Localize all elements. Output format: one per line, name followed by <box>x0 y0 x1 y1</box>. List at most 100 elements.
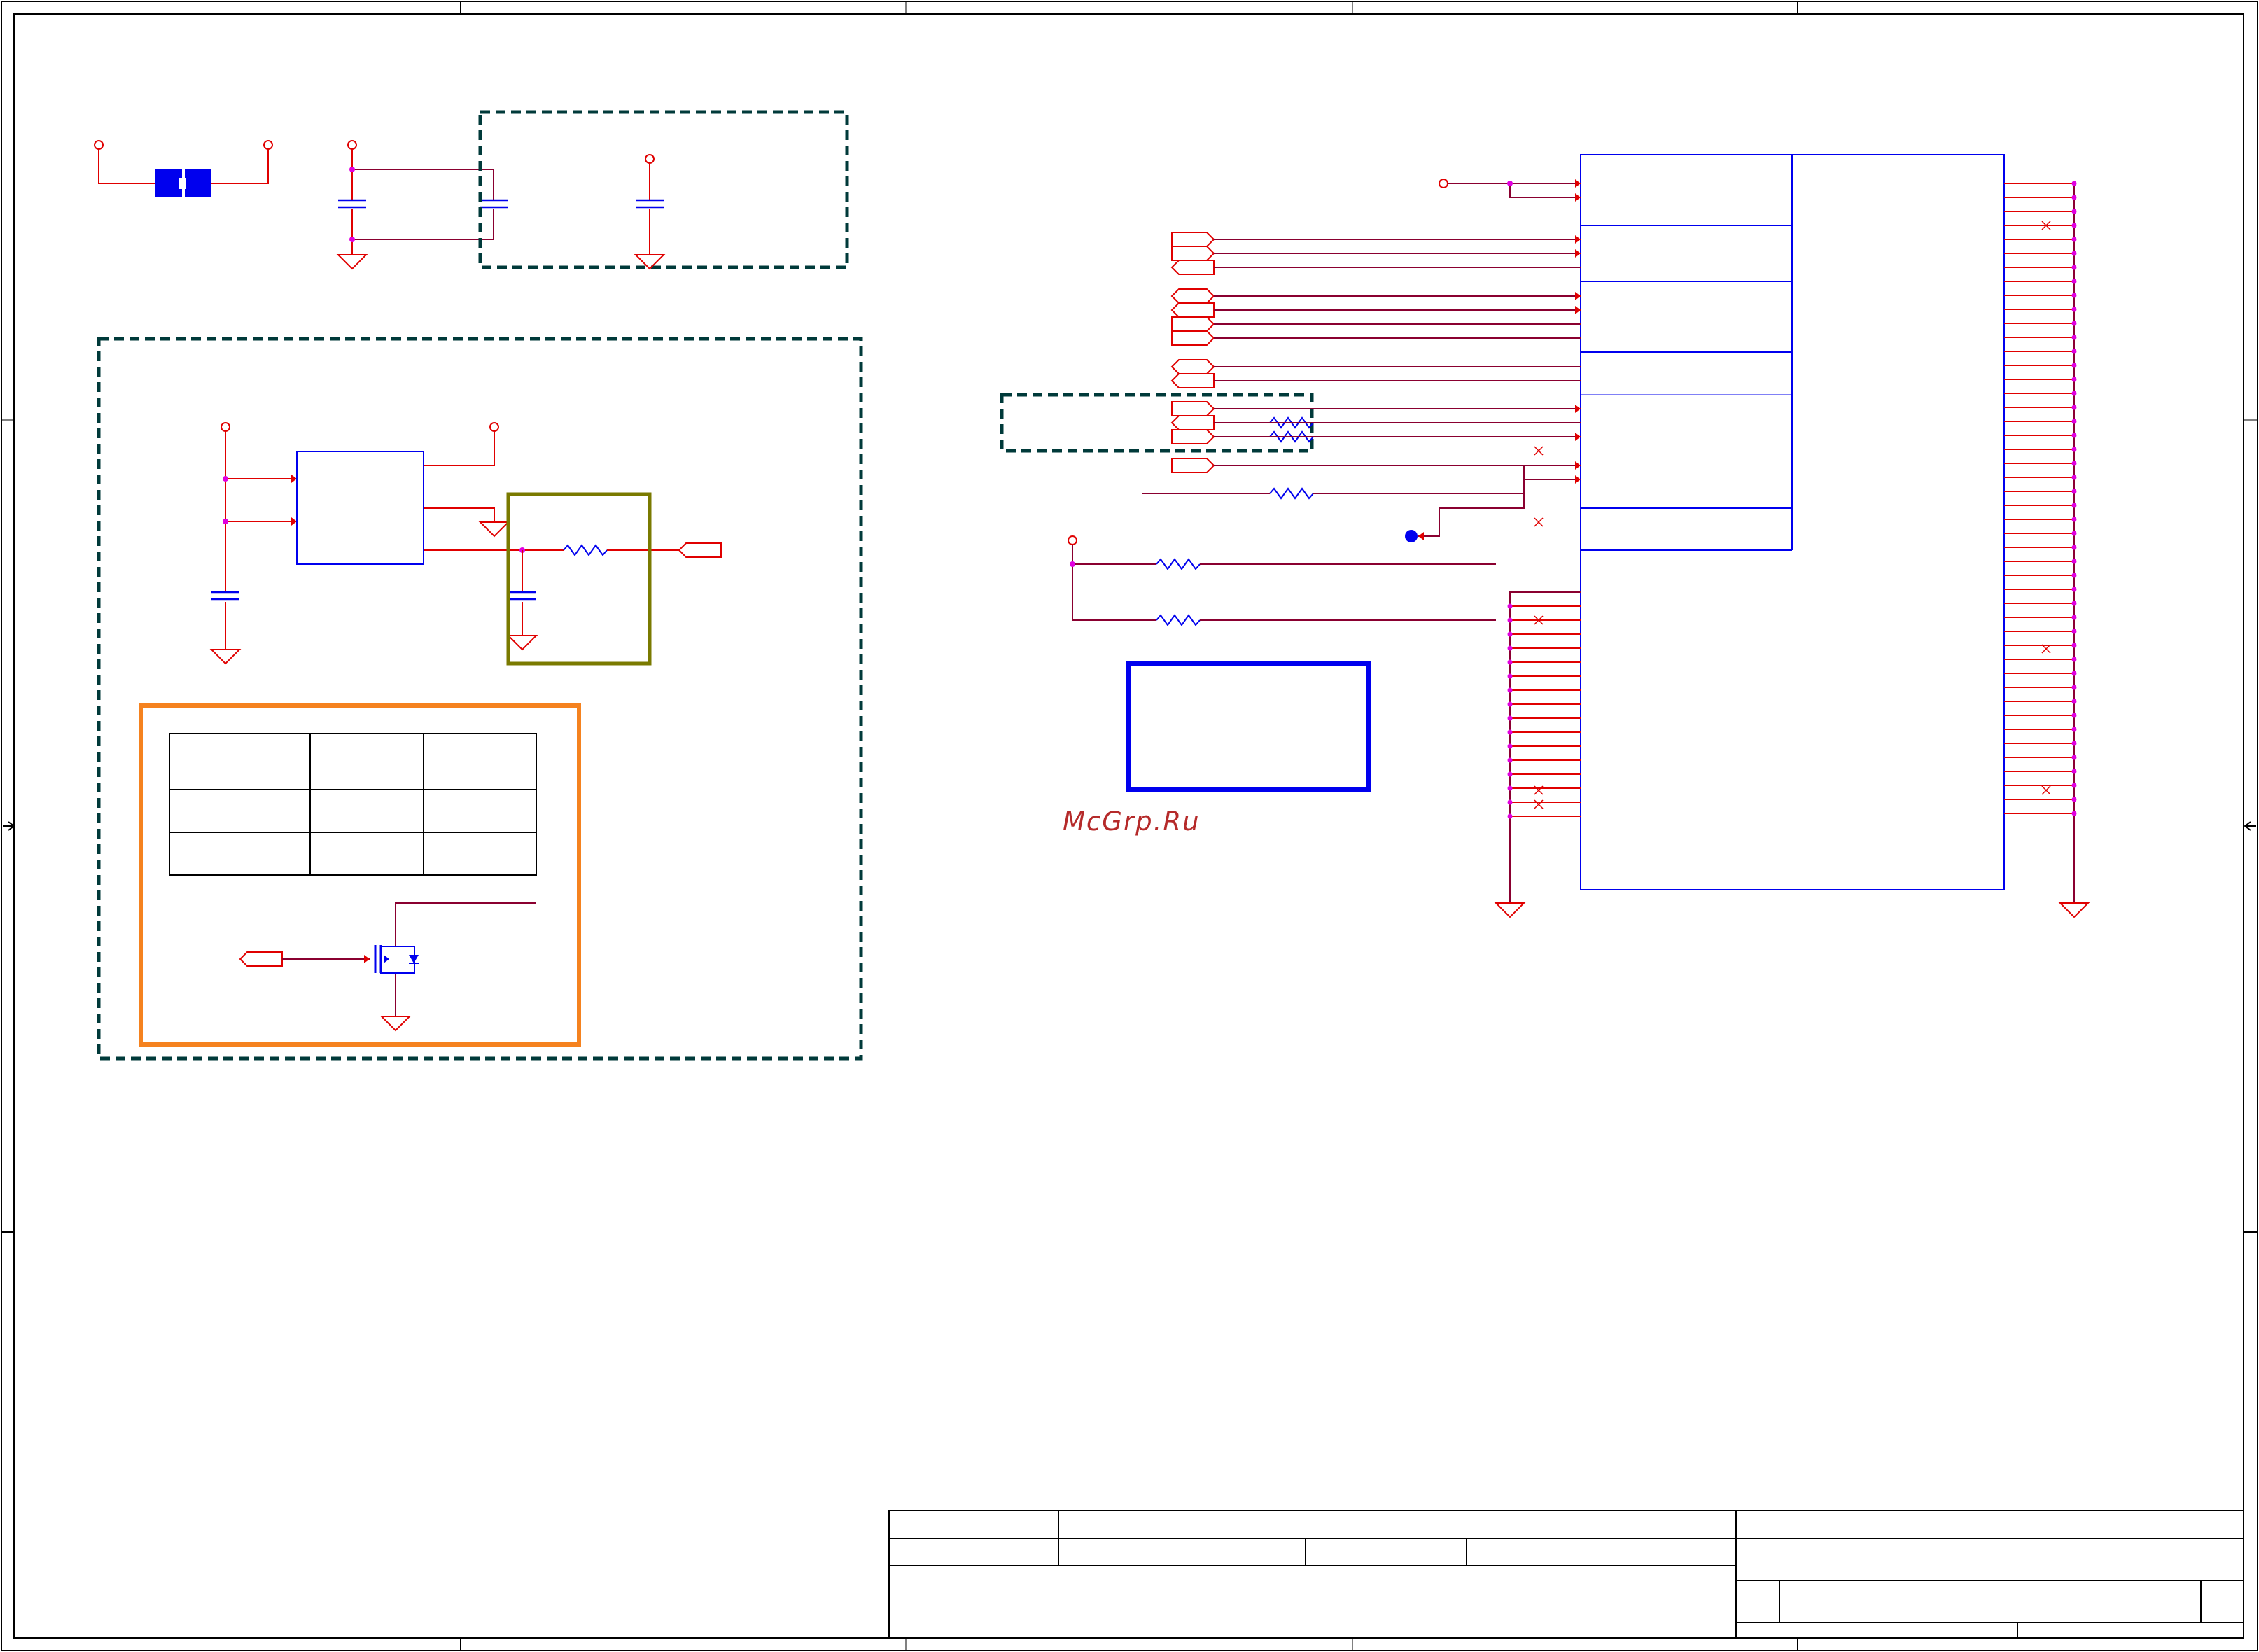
junction <box>1507 799 1513 805</box>
port-icon <box>1171 302 1215 318</box>
pin-arrow <box>1575 405 1581 413</box>
port-icon <box>1171 429 1215 444</box>
junction <box>2071 643 2077 648</box>
junction <box>2071 489 2077 494</box>
junction <box>1507 715 1513 721</box>
pin-arrow <box>1575 461 1581 470</box>
junction <box>1507 617 1513 623</box>
pin-arrow <box>1575 475 1581 484</box>
junction <box>2071 545 2077 550</box>
no-connect-icon <box>1534 785 1544 795</box>
pin-arrow <box>1575 306 1581 314</box>
junction <box>2071 405 2077 410</box>
port-icon <box>1171 260 1215 275</box>
junction <box>1507 757 1513 763</box>
port-icon <box>1171 415 1215 430</box>
bus-signals <box>1171 179 2077 819</box>
junction <box>2071 335 2077 340</box>
junction <box>2071 559 2077 564</box>
no-connect-icon <box>1534 446 1544 456</box>
crystal-block <box>1126 662 1371 792</box>
junction <box>2071 265 2077 270</box>
junction <box>2071 419 2077 424</box>
pin-arrow <box>1575 235 1581 244</box>
junction <box>1507 701 1513 707</box>
junction <box>2071 517 2077 522</box>
regulator-group <box>97 337 863 1060</box>
junction <box>1507 813 1513 819</box>
fuse-icon <box>155 169 211 197</box>
junction <box>2071 573 2077 578</box>
junction <box>2071 629 2077 634</box>
pin-arrow <box>1575 249 1581 258</box>
junction <box>1507 729 1513 735</box>
watermark: McGrp.Ru <box>1063 806 1201 836</box>
junction <box>1507 687 1513 693</box>
junction <box>2071 503 2077 508</box>
pin-arrow <box>1575 179 1581 188</box>
config-table-group <box>139 704 581 1046</box>
pin-arrow <box>1575 193 1581 202</box>
junction <box>1507 631 1513 637</box>
junction <box>2071 209 2077 214</box>
no-connect-icon <box>2041 785 2051 795</box>
junction <box>2071 475 2077 480</box>
junction <box>2071 349 2077 354</box>
junction <box>2071 755 2077 760</box>
junction <box>1507 785 1513 791</box>
port-icon <box>1171 373 1215 388</box>
junction <box>2071 601 2077 606</box>
junction <box>2071 307 2077 312</box>
no-connect-icon <box>1534 799 1544 809</box>
junction <box>2071 811 2077 816</box>
junction <box>1507 771 1513 777</box>
reset-network <box>1000 393 1581 792</box>
port-icon <box>1171 359 1215 374</box>
junction <box>2071 685 2077 690</box>
junction <box>2071 797 2077 802</box>
junction <box>2071 699 2077 704</box>
junction <box>2071 461 2077 466</box>
port-icon <box>1171 316 1215 332</box>
junction <box>2071 769 2077 774</box>
junction <box>2071 615 2077 620</box>
junction <box>1507 673 1513 679</box>
junction <box>2071 237 2077 242</box>
port-icon <box>1171 401 1215 416</box>
junction <box>1507 743 1513 749</box>
mosfet-icon <box>374 945 419 974</box>
junction <box>2071 321 2077 326</box>
junction <box>2071 447 2077 452</box>
junction <box>2071 727 2077 732</box>
pin-arrow <box>1575 292 1581 300</box>
junction <box>2071 391 2077 396</box>
junction <box>2071 587 2077 592</box>
no-connect-icon <box>1534 517 1544 527</box>
junction <box>2071 223 2077 228</box>
junction <box>2071 783 2077 788</box>
junction <box>2071 377 2077 382</box>
junction <box>2071 293 2077 298</box>
junction <box>2071 741 2077 746</box>
junction <box>1507 645 1513 651</box>
junction <box>2071 657 2077 662</box>
junction <box>2071 195 2077 200</box>
port-icon <box>1171 330 1215 346</box>
port-icon <box>1171 288 1215 304</box>
junction <box>2071 433 2077 438</box>
junction <box>2071 671 2077 676</box>
junction <box>2071 181 2077 186</box>
junction <box>1507 603 1513 609</box>
port-icon <box>1171 232 1215 247</box>
pin-arrow <box>1575 433 1581 441</box>
junction <box>2071 713 2077 718</box>
regulator-ic <box>296 451 424 565</box>
junction <box>1507 659 1513 665</box>
decoupling-capacitors <box>337 110 849 270</box>
junction <box>2071 531 2077 536</box>
junction <box>2071 279 2077 284</box>
port-icon <box>1171 246 1215 261</box>
title-block <box>888 1510 2244 1639</box>
port-icon <box>1171 458 1215 473</box>
junction <box>2071 251 2077 256</box>
